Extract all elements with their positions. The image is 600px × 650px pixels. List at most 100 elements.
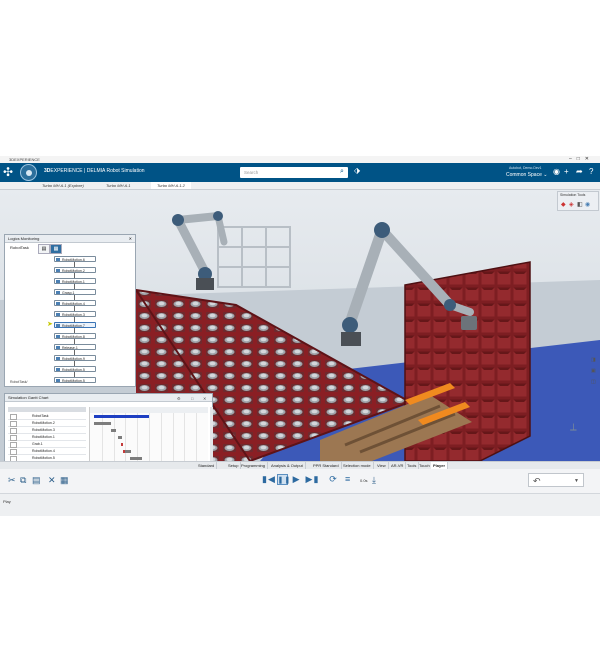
axis-triad-icon[interactable]: ⟂ xyxy=(570,422,577,433)
step-forward-icon[interactable]: ▶▮ xyxy=(306,474,319,485)
window-controls[interactable]: –□✕ xyxy=(569,156,594,162)
tab-document-2[interactable]: Turbo MH A.1 xyxy=(100,182,136,189)
speed-value[interactable]: 0.0s xyxy=(360,478,368,483)
logic-node[interactable]: RobotMotion.1 xyxy=(54,278,96,284)
logics-panel-title: Logics Monitoring xyxy=(8,236,40,241)
minimize-icon[interactable]: – xyxy=(569,156,577,162)
gantt-bar[interactable] xyxy=(93,415,149,418)
camera-icon[interactable]: ◫ xyxy=(591,377,599,388)
brand-text: EXPERIENCE | DELMIA xyxy=(50,168,106,174)
share-icon[interactable]: ➦ xyxy=(576,167,583,176)
step-back-icon[interactable]: ▮◀ xyxy=(262,474,275,485)
gantt-row[interactable]: RobotTask xyxy=(8,413,86,420)
collision-icon[interactable]: ◆ xyxy=(561,201,566,208)
app-compass-logo[interactable] xyxy=(20,164,37,181)
loop-icon[interactable]: ⟳ xyxy=(328,474,339,485)
section-tabs: Standard Setup Programming Analysis & Outpu… xyxy=(0,461,600,469)
list-icon[interactable]: ≡ xyxy=(343,474,354,485)
graph-view-toggle[interactable]: ▦ xyxy=(50,244,62,254)
pause-button[interactable]: ❚❚ xyxy=(276,474,290,485)
gantt-row[interactable]: RobotMotion.1 xyxy=(8,434,86,441)
section-tab-ar-vr[interactable]: AR-VR xyxy=(389,462,407,469)
view-icon[interactable]: ◨ xyxy=(591,355,599,366)
app-window: 3DEXPERIENCE –□✕ ✣ 3DEXPERIENCE | DELMIA… xyxy=(0,156,600,516)
cut-icon[interactable]: ✂ xyxy=(8,475,16,486)
section-tab-selection-mode[interactable]: Selection mode xyxy=(341,462,374,469)
gantt-row[interactable]: RobotMotion.2 xyxy=(8,420,86,427)
close-icon[interactable]: ✕ xyxy=(203,395,206,402)
layer-icon[interactable]: ▣ xyxy=(591,366,599,377)
gantt-marker xyxy=(120,443,123,446)
tree-root[interactable]: RobotTask xyxy=(10,245,29,250)
logic-node[interactable]: RobotMotion.3 xyxy=(54,311,96,317)
sensor-icon[interactable]: ◉ xyxy=(585,201,590,208)
3d-viewport[interactable]: Logics Monitoring ✕ ▤ ▦ RobotTask RobotM… xyxy=(0,190,600,497)
gantt-row[interactable]: RobotMotion.3 xyxy=(8,427,86,434)
logic-node[interactable]: RobotMotion.4 xyxy=(54,300,96,306)
undo-button[interactable]: ↶ ▼ xyxy=(528,473,584,487)
close-icon[interactable]: ✕ xyxy=(129,235,132,242)
section-tab-standard[interactable]: Standard xyxy=(196,462,218,469)
gantt-header: Simulation Gantt Chart ⚙ □ ✕ xyxy=(5,394,212,402)
gantt-bar[interactable] xyxy=(130,457,142,460)
maximize-icon[interactable]: □ xyxy=(191,395,193,402)
tree-path: RobotTask/ xyxy=(10,380,28,384)
logic-node[interactable]: RobotMotion.8 xyxy=(54,333,96,339)
close-icon[interactable]: ✕ xyxy=(585,156,594,162)
tag-icon[interactable]: ⬗ xyxy=(354,166,360,175)
logic-node[interactable]: RobotMotion.5 xyxy=(54,366,96,372)
tab-document-1[interactable]: Turbo MH A.1 (Explore) xyxy=(36,182,90,189)
simulation-tools-panel: Simulation Tools ◆ ◈ ◧ ◉ xyxy=(557,191,599,211)
properties-icon[interactable]: ▦ xyxy=(60,475,69,486)
help-icon[interactable]: ? xyxy=(589,167,593,176)
logic-node[interactable]: RobotMotion.2 xyxy=(54,267,96,273)
collab-space-selector[interactable]: Common Space ⌄ xyxy=(506,172,547,178)
search-icon[interactable]: ⌕ xyxy=(340,168,344,176)
gantt-bar[interactable] xyxy=(93,422,112,425)
gantt-bar[interactable] xyxy=(118,436,122,439)
chevron-down-icon[interactable]: ▼ xyxy=(574,474,579,488)
search-input[interactable]: Search xyxy=(240,167,348,178)
measure-icon[interactable]: ◧ xyxy=(577,201,583,208)
section-tab-analysis-output[interactable]: Analysis & Output xyxy=(269,462,306,469)
add-icon[interactable]: + xyxy=(564,167,569,176)
user-avatar-icon[interactable]: ◉ xyxy=(553,167,560,176)
play-button[interactable]: ▶ xyxy=(291,474,302,485)
logic-node[interactable]: RobotMotion.9 xyxy=(54,355,96,361)
gantt-title: Simulation Gantt Chart xyxy=(8,395,49,400)
settings-icon[interactable]: ⚙ xyxy=(177,395,181,402)
app-title: 3DEXPERIENCE | DELMIA Robot Simulation xyxy=(44,168,145,174)
player-controls: ▮◀ ❚❚ ▶ ▶▮ ⟳ ≡ xyxy=(262,474,354,485)
gantt-bar[interactable] xyxy=(111,429,116,432)
gantt-row[interactable]: Grab.1 xyxy=(8,441,86,448)
window-title: 3DEXPERIENCE xyxy=(9,157,40,162)
section-tab-ppr-standard[interactable]: PPR Standard xyxy=(311,462,342,469)
user-name[interactable]: Autobot, Demo.Dev1 xyxy=(509,166,542,170)
side-toolbar: ◨ ▣ ◫ xyxy=(591,355,599,388)
action-bar: ✂ ⧉ ▤ ✕ ▦ ▮◀ ❚❚ ▶ ▶▮ ⟳ ≡ 0.0s ⤓ ↶ ▼ xyxy=(0,469,600,494)
logics-monitoring-panel: Logics Monitoring ✕ ▤ ▦ RobotTask RobotM… xyxy=(4,234,136,387)
logic-node[interactable]: RobotMotion.6 xyxy=(54,256,96,262)
logic-node[interactable]: RobotMotion.5 xyxy=(54,377,96,383)
compass-icon[interactable]: ✣ xyxy=(3,164,16,180)
app-name: Robot Simulation xyxy=(106,168,145,174)
record-icon[interactable]: ⤓ xyxy=(372,475,376,486)
clash-icon[interactable]: ◈ xyxy=(569,201,574,208)
top-bar: ✣ 3DEXPERIENCE | DELMIA Robot Simulation… xyxy=(0,163,600,182)
tab-document-3[interactable]: Turbo MH A.1.2 xyxy=(151,182,191,189)
logic-node[interactable]: Grasp.1 xyxy=(54,289,96,295)
logic-node[interactable]: RobotMotion.7 xyxy=(54,322,96,328)
tree-view-toggle[interactable]: ▤ xyxy=(38,244,50,254)
paste-icon[interactable]: ▤ xyxy=(32,475,41,486)
gantt-list-header xyxy=(8,407,86,412)
delete-icon[interactable]: ✕ xyxy=(48,475,56,486)
status-text: Play xyxy=(3,499,11,504)
copy-icon[interactable]: ⧉ xyxy=(20,475,26,486)
section-tab-programming[interactable]: Programming xyxy=(239,462,269,469)
section-tab-view[interactable]: View xyxy=(375,462,389,469)
logic-node[interactable]: Release.1 xyxy=(54,344,96,350)
gantt-row[interactable]: RobotMotion.4 xyxy=(8,448,86,455)
logics-panel-header: Logics Monitoring ✕ xyxy=(5,235,135,243)
maximize-icon[interactable]: □ xyxy=(577,156,585,162)
section-tab-player[interactable]: Player xyxy=(431,462,449,469)
